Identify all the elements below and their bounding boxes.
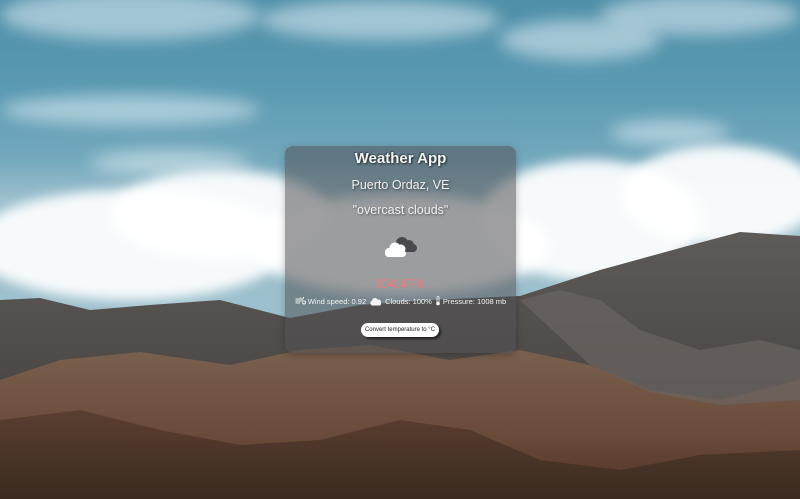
weather-stats: Wind speed: 0.92 Clouds: 100% Pressure: … bbox=[285, 296, 516, 306]
app-title: Weather App bbox=[354, 150, 447, 167]
pressure-label: Pressure: 1008 mb bbox=[442, 296, 507, 306]
weather-description: "overcast clouds" bbox=[352, 203, 449, 217]
overcast-clouds-icon bbox=[385, 237, 417, 257]
clouds-stat: Clouds: 100% bbox=[369, 297, 432, 306]
weather-card: Weather App Puerto Ordaz, VE "overcast c… bbox=[285, 146, 516, 353]
thermometer-icon bbox=[436, 296, 440, 306]
background-landscape: Weather App Puerto Ordaz, VE "overcast c… bbox=[0, 0, 800, 499]
wind-stat: Wind speed: 0.92 bbox=[295, 297, 366, 306]
wind-icon bbox=[295, 297, 306, 305]
temperature-value: 304.47 K bbox=[375, 277, 426, 291]
location-label: Puerto Ordaz, VE bbox=[351, 178, 450, 192]
convert-temperature-button[interactable]: Convert temperature to °C bbox=[361, 323, 439, 337]
cloud-icon bbox=[370, 297, 382, 305]
clouds-label: Clouds: 100% bbox=[385, 296, 432, 306]
wind-speed-label: Wind speed: 0.92 bbox=[307, 296, 367, 306]
pressure-stat: Pressure: 1008 mb bbox=[435, 296, 506, 306]
